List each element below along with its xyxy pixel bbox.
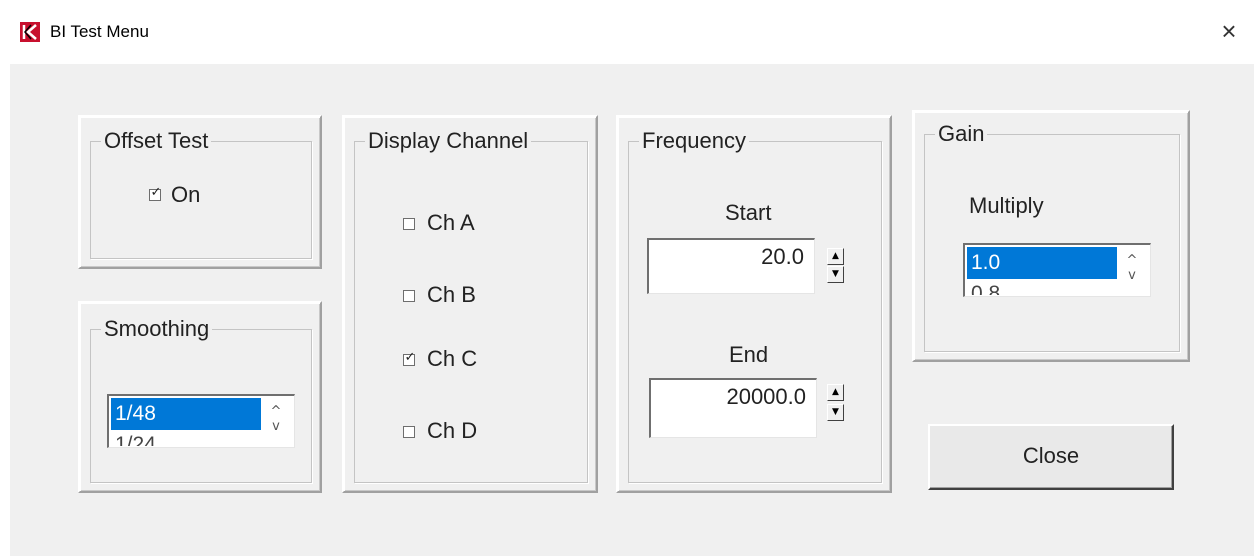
channel-a-label: Ch A [427, 210, 475, 235]
display-channel-label: Display Channel [365, 128, 532, 154]
channel-a-checkbox[interactable] [403, 218, 415, 230]
offset-on-label: On [171, 182, 201, 207]
end-label: End [729, 342, 769, 367]
frequency-label: Frequency [639, 128, 749, 154]
frequency-group: Frequency Start 20.0 ▲ ▼ End 20000.0 ▲ ▼ [628, 128, 882, 483]
gain-panel: Gain Multiply 1.0 0.8 ^ v [912, 110, 1190, 362]
gain-listbox[interactable]: 1.0 0.8 ^ v [963, 243, 1151, 297]
offset-test-group: Offset Test ✓ On [90, 128, 312, 259]
display-channel-panel: Display Channel Ch A Ch B ✓ Ch C Ch D [342, 115, 598, 493]
smoothing-selected-item[interactable]: 1/48 [111, 398, 261, 430]
title-bar: BI Test Menu × [0, 0, 1254, 64]
offset-on-checkbox[interactable]: ✓ [149, 185, 161, 201]
multiply-label: Multiply [969, 193, 1044, 218]
dialog-body: Offset Test ✓ On Smoothing 1/48 1/24 ^ v… [10, 64, 1254, 556]
channel-b-checkbox[interactable] [403, 290, 415, 302]
offset-test-panel: Offset Test ✓ On [78, 115, 322, 269]
gain-group: Gain Multiply 1.0 0.8 ^ v [924, 121, 1180, 352]
smoothing-scroll-arrows[interactable]: ^ v [265, 404, 287, 434]
chevron-down-icon[interactable]: v [265, 419, 287, 434]
gain-scroll-arrows[interactable]: ^ v [1121, 253, 1143, 283]
frequency-panel: Frequency Start 20.0 ▲ ▼ End 20000.0 ▲ ▼ [616, 115, 892, 493]
gain-label: Gain [935, 121, 988, 147]
check-icon: ✓ [150, 185, 162, 200]
app-logo-icon [20, 22, 40, 42]
close-icon[interactable]: × [1216, 18, 1242, 44]
check-icon: ✓ [404, 350, 416, 365]
display-channel-group: Display Channel Ch A Ch B ✓ Ch C Ch D [354, 128, 588, 483]
end-frequency-input[interactable]: 20000.0 [649, 378, 817, 438]
chevron-up-icon[interactable]: ^ [265, 404, 287, 419]
smoothing-listbox[interactable]: 1/48 1/24 ^ v [107, 394, 295, 448]
smoothing-label: Smoothing [101, 316, 213, 342]
chevron-up-icon[interactable]: ^ [1121, 253, 1143, 268]
channel-b-label: Ch B [427, 282, 476, 307]
gain-next-item[interactable]: 0.8 [967, 281, 1121, 295]
channel-c-checkbox[interactable]: ✓ [403, 350, 415, 366]
start-spin-down-button[interactable]: ▼ [827, 266, 844, 283]
start-spin-up-button[interactable]: ▲ [827, 248, 844, 265]
channel-c-label: Ch C [427, 346, 478, 371]
smoothing-panel: Smoothing 1/48 1/24 ^ v [78, 301, 322, 493]
channel-d-checkbox[interactable] [403, 426, 415, 438]
start-label: Start [725, 200, 772, 225]
smoothing-group: Smoothing 1/48 1/24 ^ v [90, 316, 312, 483]
channel-d-label: Ch D [427, 418, 478, 443]
close-button[interactable]: Close [928, 424, 1174, 490]
window-title: BI Test Menu [50, 22, 149, 41]
start-frequency-input[interactable]: 20.0 [647, 238, 815, 294]
chevron-down-icon[interactable]: v [1121, 268, 1143, 283]
end-spin-up-button[interactable]: ▲ [827, 384, 844, 401]
gain-selected-item[interactable]: 1.0 [967, 247, 1117, 279]
smoothing-next-item[interactable]: 1/24 [111, 432, 265, 446]
offset-test-label: Offset Test [101, 128, 212, 154]
end-spin-down-button[interactable]: ▼ [827, 404, 844, 421]
